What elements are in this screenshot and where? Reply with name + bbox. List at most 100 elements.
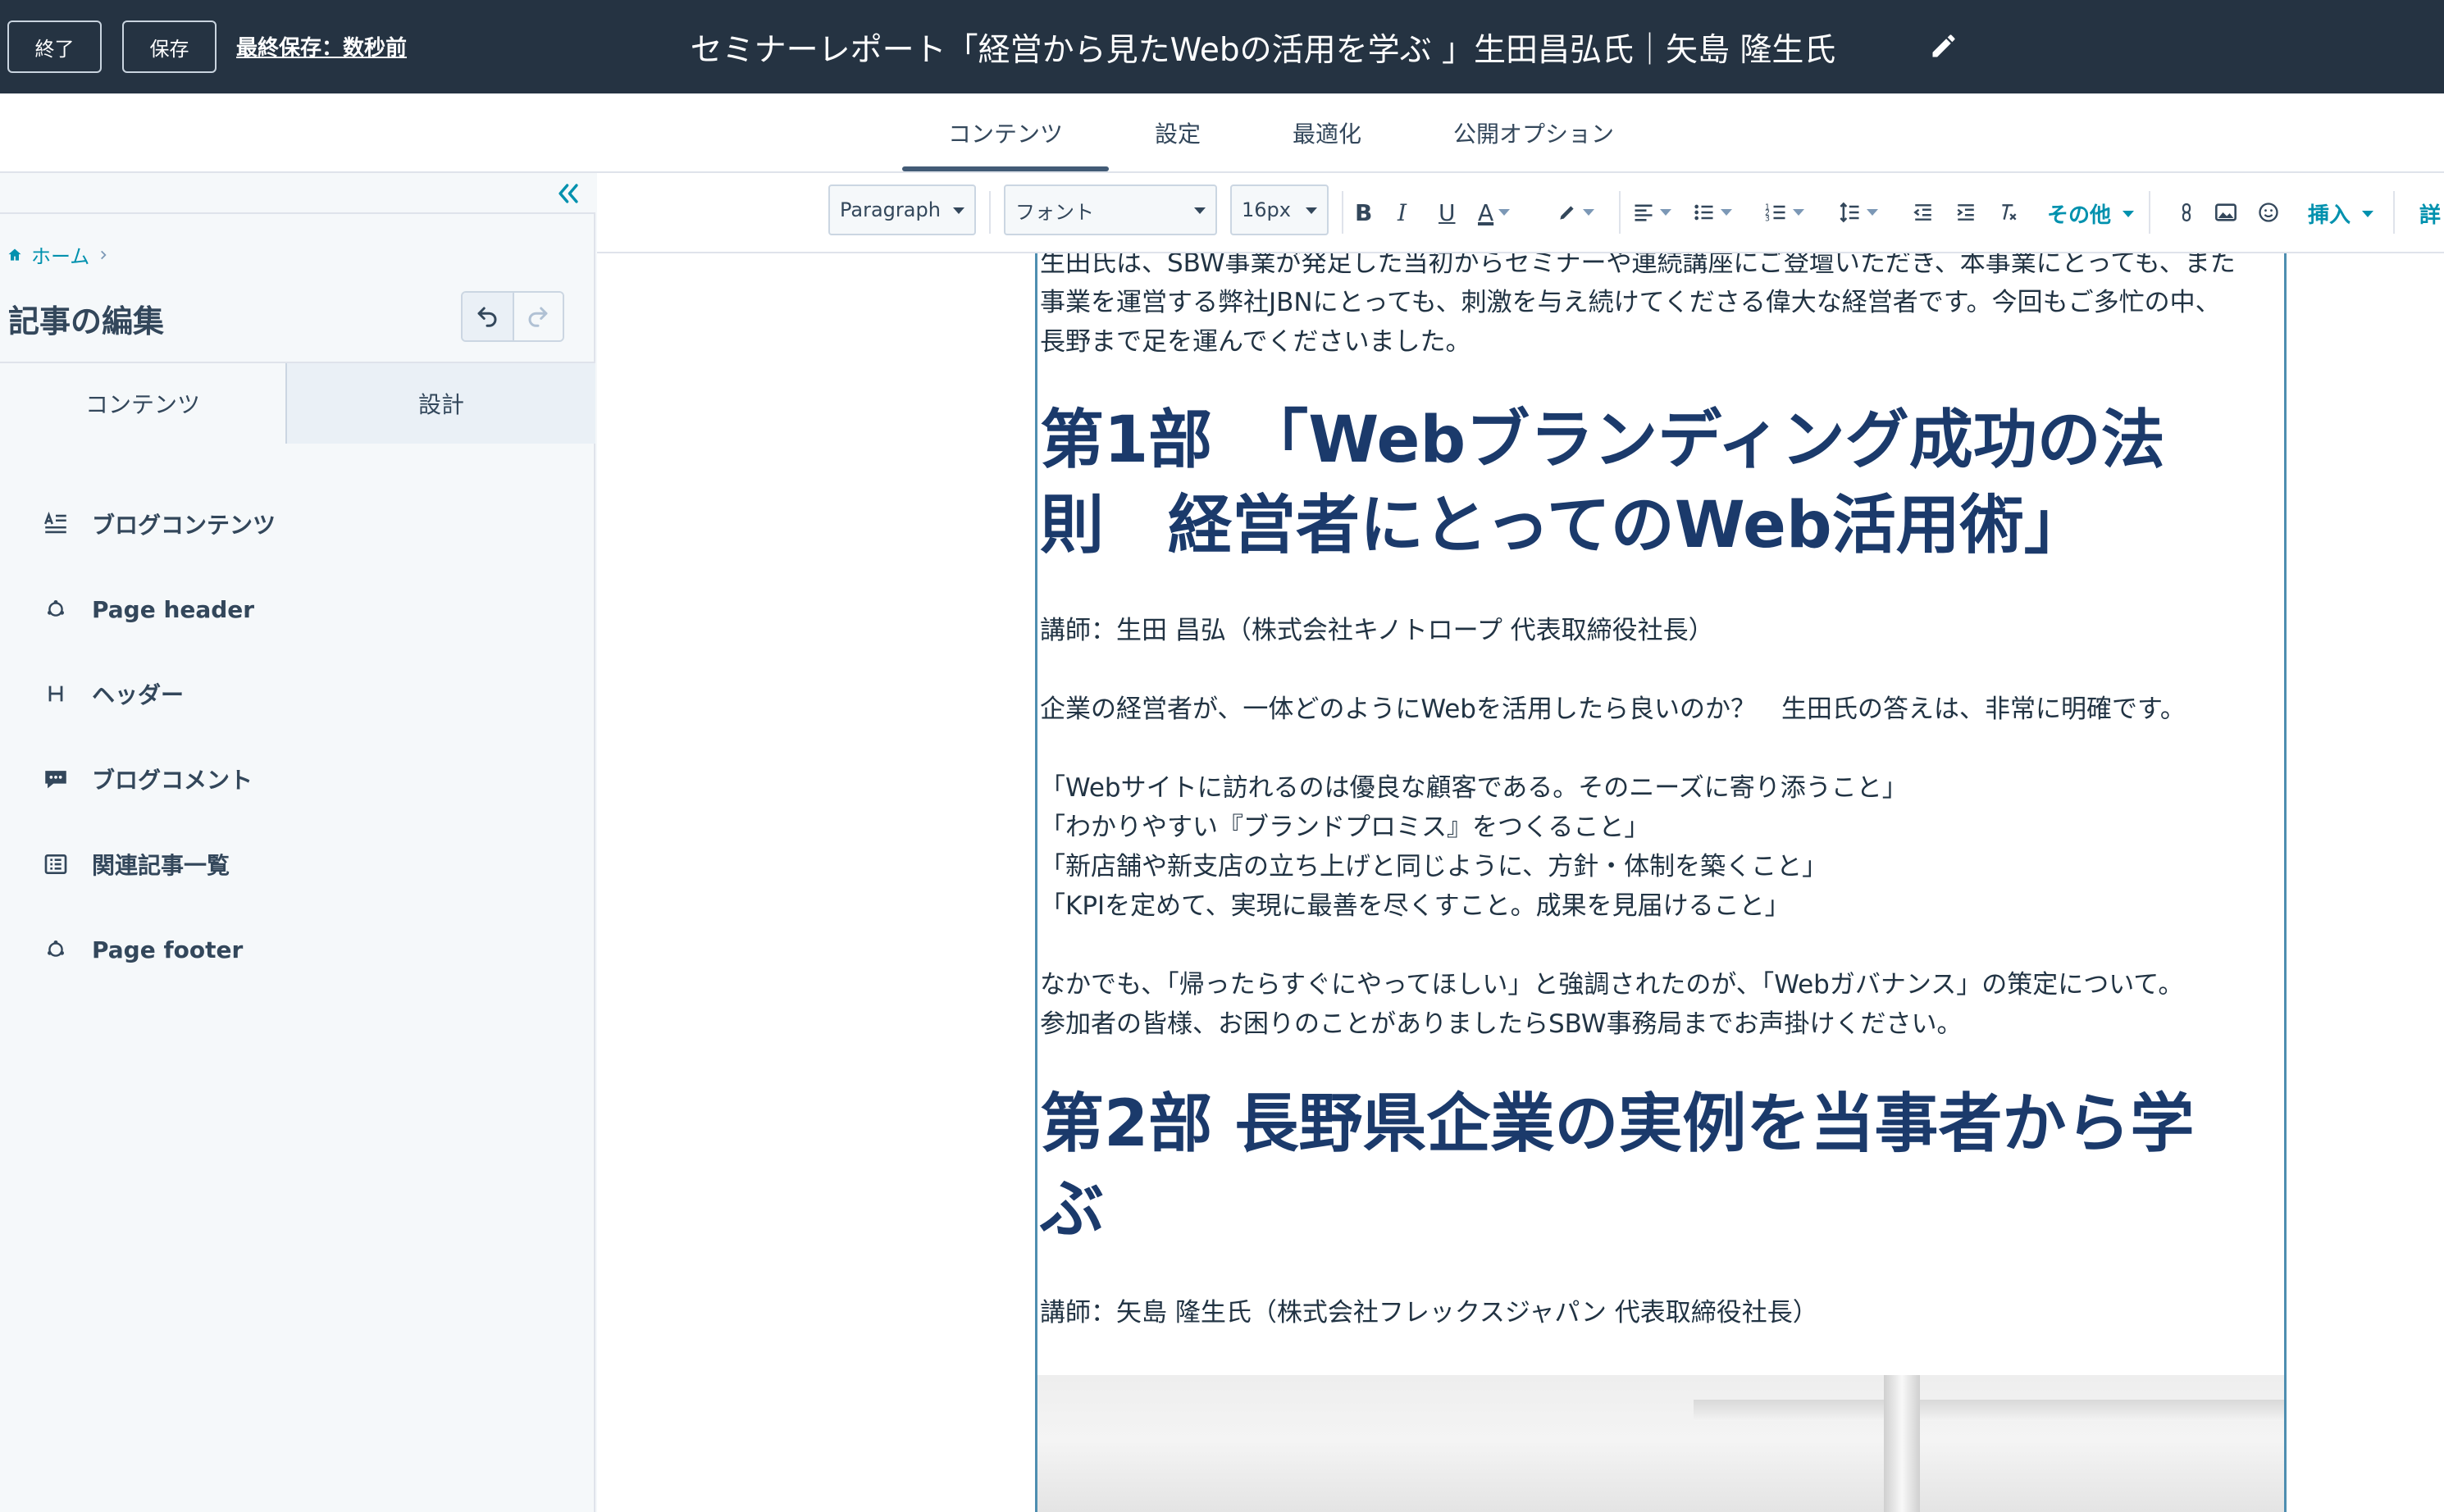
font-size-value: 16px	[1242, 198, 1291, 221]
paragraph-style-select[interactable]: Paragraph	[828, 184, 976, 235]
sidebar-item-label: Page footer	[92, 936, 244, 963]
undo-button[interactable]	[463, 293, 513, 340]
insert-menu[interactable]: 挿入	[2308, 198, 2374, 229]
undo-icon	[477, 307, 497, 327]
bullet-list-icon[interactable]	[1693, 198, 1732, 227]
more-options-label: その他	[2047, 203, 2112, 228]
tab-content[interactable]: コンテンツ	[948, 116, 1063, 149]
svg-text:3: 3	[1765, 215, 1770, 224]
toolbar-separator	[1342, 191, 1343, 234]
article-paragraph[interactable]: 参加者の皆様、お困りのことがありましたらSBW事務局までお声掛けください。	[1040, 1004, 1963, 1044]
article-heading[interactable]: 第1部 「Webブランディング成功の法	[1040, 398, 2165, 483]
article-heading[interactable]: ぶ	[1040, 1167, 1104, 1252]
article-heading[interactable]: 第2部 長野県企業の実例を当事者から学	[1040, 1082, 2194, 1167]
details-menu[interactable]: 詳	[2419, 198, 2441, 229]
font-family-select[interactable]: フォント	[1004, 184, 1217, 235]
sidebar-item-label: 関連記事一覧	[92, 852, 230, 879]
exit-button[interactable]: 終了	[7, 20, 102, 73]
paragraph-style-value: Paragraph	[840, 198, 941, 221]
sidebar-sub-tabs: コンテンツ 設計	[0, 362, 595, 444]
active-tab-indicator	[902, 166, 1109, 171]
underline-icon[interactable]: U	[1439, 198, 1456, 227]
undo-redo-group	[461, 291, 564, 342]
list-icon	[39, 848, 72, 881]
align-icon[interactable]	[1632, 198, 1671, 227]
tab-publish-options[interactable]: 公開オプション	[1453, 116, 1614, 149]
link-icon[interactable]	[2177, 198, 2196, 227]
save-button[interactable]: 保存	[122, 20, 217, 73]
insert-menu-label: 挿入	[2308, 203, 2351, 228]
article-paragraph[interactable]: 長野まで足を運んでくださいました。	[1040, 322, 1471, 362]
toolbar-separator	[2149, 191, 2150, 234]
redo-icon	[529, 307, 548, 327]
article-list-line[interactable]: 「わかりやすい『ブランドプロミス』をつくること」	[1040, 808, 1649, 847]
numbered-list-icon[interactable]: 123	[1765, 198, 1804, 227]
clear-format-icon[interactable]	[1998, 198, 2019, 227]
outdent-icon[interactable]	[1913, 198, 1934, 227]
article-paragraph[interactable]: 講師：生田 昌弘（株式会社キノトロープ 代表取締役社長）	[1040, 611, 1714, 650]
article-paragraph[interactable]: なかでも、「帰ったらすぐにやってほしい」と強調されたのが、「Webガバナンス」の…	[1040, 965, 2183, 1004]
module-icon	[39, 933, 72, 966]
article-paragraph[interactable]: 生田氏は、SBW事業が発足した当初からセミナーや連続講座にご登壇いただき、本事業…	[1040, 253, 2236, 283]
text-color-icon[interactable]: A	[1478, 198, 1511, 227]
more-options-menu[interactable]: その他	[2047, 198, 2135, 229]
chevron-right-icon	[101, 250, 107, 259]
home-icon[interactable]	[7, 247, 23, 263]
module-icon	[39, 593, 72, 626]
photo-detail	[1884, 1375, 1920, 1512]
toolbar-separator	[1619, 191, 1621, 234]
pencil-icon[interactable]	[1929, 31, 1958, 61]
bold-icon[interactable]: B	[1355, 198, 1372, 227]
indent-icon[interactable]	[1955, 198, 1977, 227]
sidebar-item-label: ブログコメント	[92, 767, 253, 794]
italic-icon[interactable]: I	[1398, 198, 1407, 227]
last-saved-link[interactable]: 最終保存：数秒前	[236, 31, 407, 61]
sidebar-item-blog-content[interactable]: ブログコンテンツ	[39, 508, 276, 540]
editor-canvas[interactable]: 生田氏は、SBW事業が発足した当初からセミナーや連続講座にご登壇いただき、本事業…	[597, 253, 2444, 1512]
heading-icon	[39, 677, 72, 710]
article-photo[interactable]	[1037, 1375, 2284, 1512]
image-icon[interactable]	[2214, 198, 2237, 227]
article-paragraph[interactable]: 企業の経営者が、一体どのようにWebを活用したら良いのか？ 生田氏の答えは、非常…	[1040, 690, 2186, 729]
text-icon	[39, 508, 72, 540]
rich-text-toolbar: Paragraph フォント 16px B I U A 123 その他 挿入 詳	[597, 173, 2444, 253]
left-sidebar: ホーム 記事の編集 コンテンツ 設計 ブログコンテンツ Page header …	[0, 173, 595, 1512]
sidebar-collapse-bar	[0, 173, 595, 214]
line-height-icon[interactable]	[1839, 198, 1878, 227]
article-list-line[interactable]: 「新店舗や新支店の立ち上げと同じように、方針・体制を築くこと」	[1040, 847, 1827, 886]
sidebar-item-page-footer[interactable]: Page footer	[39, 933, 243, 966]
editor-tab-bar: コンテンツ 設定 最適化 公開オプション	[0, 93, 2444, 173]
article-list-line[interactable]: 「KPIを定めて、実現に最善を尽くすこと。成果を見届けること」	[1040, 886, 1790, 926]
sidebar-item-header[interactable]: ヘッダー	[39, 677, 184, 710]
article-paragraph[interactable]: 講師：矢島 隆生氏（株式会社フレックスジャパン 代表取締役社長）	[1040, 1293, 1818, 1332]
article-list-line[interactable]: 「Webサイトに訪れるのは優良な顧客である。そのニーズに寄り添うこと」	[1040, 768, 1908, 808]
comment-icon	[39, 763, 72, 795]
document-title[interactable]: セミナーレポート「経営から見たWebの活用を学ぶ 」生田昌弘氏｜矢島 隆生氏	[574, 25, 1952, 71]
sidebar-item-page-header[interactable]: Page header	[39, 593, 254, 626]
emoji-icon[interactable]	[2257, 198, 2280, 227]
breadcrumb-home-link[interactable]: ホーム	[31, 240, 89, 269]
sidebar-item-label: Page header	[92, 595, 255, 623]
font-family-value: フォント	[1015, 200, 1094, 224]
article-heading[interactable]: 則 経営者にとってのWeb活用術」	[1040, 483, 2088, 568]
font-size-select[interactable]: 16px	[1230, 184, 1329, 235]
top-bar: 終了 保存 最終保存：数秒前 セミナーレポート「経営から見たWebの活用を学ぶ …	[0, 0, 2444, 93]
highlight-icon[interactable]	[1557, 198, 1594, 227]
sub-tab-design[interactable]: 設計	[285, 363, 595, 444]
panel-title: 記事の編集	[8, 303, 165, 339]
sidebar-item-blog-comments[interactable]: ブログコメント	[39, 763, 253, 795]
breadcrumb: ホーム	[7, 240, 109, 269]
toolbar-separator	[989, 191, 991, 234]
sidebar-item-related-posts[interactable]: 関連記事一覧	[39, 848, 230, 881]
details-menu-label: 詳	[2419, 203, 2442, 228]
sub-tab-content[interactable]: コンテンツ	[0, 363, 285, 444]
photo-detail	[1694, 1400, 2284, 1421]
article-paragraph[interactable]: 事業を運営する弊社JBNにとっても、刺激を与え続けてくださる偉大な経営者です。今…	[1040, 283, 2221, 322]
sidebar-item-label: ブログコンテンツ	[92, 512, 276, 539]
tab-optimize[interactable]: 最適化	[1293, 116, 1361, 149]
double-chevron-left-icon[interactable]	[554, 180, 582, 207]
sidebar-item-label: ヘッダー	[92, 681, 185, 708]
tab-settings[interactable]: 設定	[1155, 116, 1201, 149]
toolbar-separator	[2393, 191, 2395, 234]
redo-button[interactable]	[512, 293, 563, 340]
